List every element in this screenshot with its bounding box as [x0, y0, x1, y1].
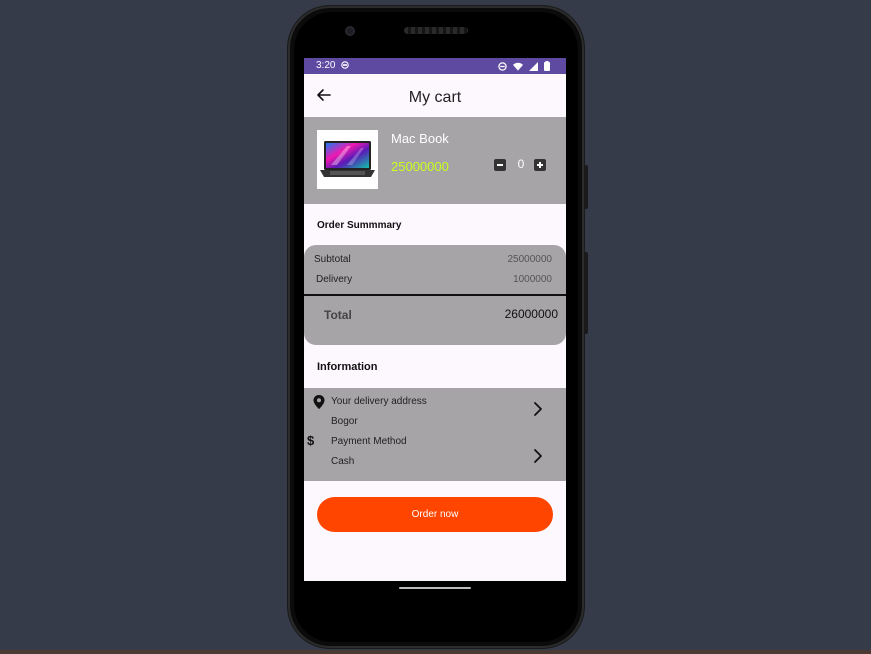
status-icons	[498, 61, 550, 71]
total-value: 26000000	[504, 307, 558, 321]
sync-icon	[341, 61, 349, 69]
status-bar: 3:20	[304, 58, 566, 74]
decrease-quantity-button[interactable]	[494, 159, 506, 171]
wifi-icon	[513, 62, 523, 71]
bottom-strip	[0, 650, 871, 654]
status-time: 3:20	[316, 60, 336, 71]
quantity-value: 0	[517, 157, 525, 171]
order-summary-title: Order Summmary	[317, 220, 402, 231]
location-pin-icon	[313, 395, 325, 409]
battery-icon	[544, 61, 550, 71]
cart-item-card[interactable]: Mac Book 25000000 0	[304, 117, 566, 204]
summary-divider	[304, 294, 566, 296]
laptop-image	[320, 141, 375, 177]
delivery-label: Delivery	[316, 274, 353, 285]
delivery-value: 1000000	[513, 274, 552, 285]
increase-quantity-button[interactable]	[534, 159, 546, 171]
volume-button	[584, 252, 588, 334]
payment-method-label: Payment Method	[331, 436, 407, 447]
information-title: Information	[317, 361, 378, 373]
signal-icon	[529, 61, 538, 71]
chevron-right-icon[interactable]	[532, 448, 544, 464]
camera-icon	[345, 26, 355, 36]
information-card: Your delivery address Bogor $ Payment Me…	[304, 388, 566, 481]
delivery-address-label: Your delivery address	[331, 396, 427, 407]
power-button	[584, 165, 588, 209]
product-name: Mac Book	[391, 131, 449, 146]
speaker-grille	[404, 27, 468, 34]
dnd-icon	[498, 61, 507, 71]
subtotal-value: 25000000	[507, 254, 553, 265]
chevron-right-icon[interactable]	[532, 401, 544, 417]
order-summary-card: Subtotal 25000000 Delivery 1000000 Total…	[304, 245, 566, 345]
delivery-address-value: Bogor	[331, 416, 358, 427]
app-bar: My cart	[304, 74, 566, 118]
order-now-button[interactable]: Order now	[317, 497, 553, 532]
app-screen: 3:20 My cart Mac Book 25000000 0 Order S…	[304, 58, 566, 581]
home-indicator[interactable]	[399, 587, 471, 589]
subtotal-label: Subtotal	[314, 254, 351, 265]
product-image	[317, 130, 378, 189]
dollar-icon: $	[307, 433, 315, 448]
product-price: 25000000	[391, 159, 449, 174]
page-title: My cart	[408, 89, 462, 106]
total-label: Total	[324, 308, 352, 322]
payment-method-value: Cash	[331, 456, 355, 467]
